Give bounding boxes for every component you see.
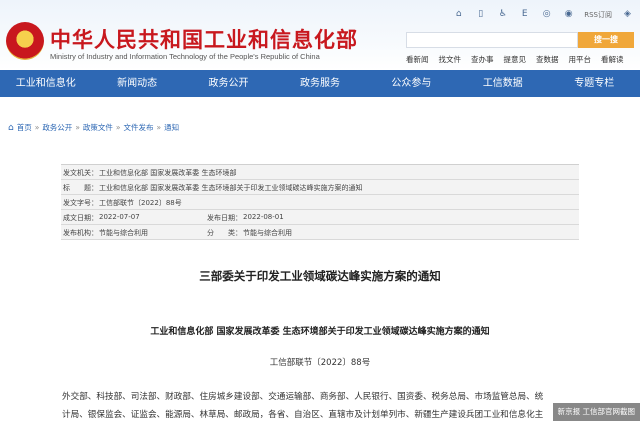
breadcrumb: ⌂ 首页 » 政务公开 » 政策文件 » 文件发布 » 通知	[8, 122, 179, 133]
page-title: 三部委关于印发工业领域碳达峰实施方案的通知	[199, 269, 441, 283]
site-header: ★ 中华人民共和国工业和信息化部 Ministry of Industry an…	[0, 0, 640, 70]
nav-item-data[interactable]: 工信数据	[457, 70, 548, 97]
breadcrumb-policy-files[interactable]: 政策文件	[83, 122, 113, 133]
nav-item-government-services[interactable]: 政务服务	[274, 70, 365, 97]
breadcrumb-home[interactable]: 首页	[17, 122, 32, 133]
info-row-dates: 成文日期： 2022-07-07 发布日期： 2022-08-01	[61, 210, 579, 225]
weibo-icon[interactable]: ◈	[621, 8, 634, 21]
info-value: 2022-08-01	[243, 213, 284, 221]
quick-link-data[interactable]: 查数据	[536, 54, 559, 65]
info-label: 分 类：	[207, 229, 242, 237]
info-row-title: 标 题： 工业和信息化部 国家发展改革委 生态环境部关于印发工业领域碳达峰实施方…	[61, 180, 579, 195]
breadcrumb-separator: »	[34, 123, 40, 132]
wechat-icon[interactable]: ◎	[540, 8, 553, 21]
quick-link-platform[interactable]: 用平台	[569, 54, 592, 65]
breadcrumb-separator: »	[75, 123, 80, 132]
rss-icon[interactable]: ◉	[562, 8, 575, 21]
document-number: 工信部联节〔2022〕88号	[269, 358, 371, 368]
nav-item-industry[interactable]: 工业和信息化	[0, 70, 91, 97]
top-toolbar: ⌂ ▯ ♿ E ◎ ◉ RSS订阅 ◈	[452, 8, 634, 21]
site-subtitle: Ministry of Industry and Information Tec…	[50, 52, 320, 61]
quick-link-services[interactable]: 查办事	[471, 54, 494, 65]
breadcrumb-separator: »	[156, 123, 162, 132]
accessibility-icon[interactable]: ♿	[496, 8, 509, 21]
breadcrumb-separator: »	[115, 123, 121, 132]
quick-link-feedback[interactable]: 提意见	[504, 54, 527, 65]
mobile-icon[interactable]: ▯	[474, 8, 487, 21]
nav-item-special-topics[interactable]: 专题专栏	[549, 70, 640, 97]
nav-item-news[interactable]: 新闻动态	[91, 70, 182, 97]
body-line: 外交部、科技部、司法部、财政部、住房城乡建设部、交通运输部、商务部、人民银行、国…	[62, 392, 544, 402]
breadcrumb-file-release[interactable]: 文件发布	[124, 122, 154, 133]
info-label: 发布日期：	[207, 214, 242, 222]
info-value: 工业和信息化部 国家发展改革委 生态环境部关于印发工业领域碳达峰实施方案的通知	[99, 184, 363, 192]
rss-label[interactable]: RSS订阅	[584, 10, 612, 20]
watermark: 新京报 工信部官网截图	[552, 403, 640, 421]
info-value: 节能与综合利用	[243, 229, 292, 237]
info-label: 标 题：	[63, 184, 98, 192]
home-icon[interactable]: ⌂	[452, 8, 465, 21]
home-icon: ⌂	[8, 122, 14, 133]
info-row-issuing-organ: 发文机关： 工业和信息化部 国家发展改革委 生态环境部	[61, 165, 579, 180]
nav-item-government-info[interactable]: 政务公开	[183, 70, 274, 97]
quick-link-interpret[interactable]: 看解读	[601, 54, 624, 65]
info-value: 2022-07-07	[99, 213, 140, 221]
body-line: 计局、银保监会、证监会、能源局、林草局、邮政局，各省、自治区、直辖市及计划单列市…	[62, 410, 544, 420]
main-nav: 工业和信息化 新闻动态 政务公开 政务服务 公众参与 工信数据 专题专栏	[0, 70, 640, 97]
quick-links: 看新闻 找文件 查办事 提意见 查数据 用平台 看解读	[406, 54, 624, 65]
info-label: 发布机构：	[63, 229, 98, 237]
breadcrumb-notice[interactable]: 通知	[164, 122, 179, 133]
info-value: 节能与综合利用	[99, 229, 148, 237]
info-label: 发文字号：	[63, 199, 98, 207]
national-emblem-icon: ★	[6, 22, 44, 60]
search-input[interactable]	[406, 32, 578, 48]
info-value: 工信部联节〔2022〕88号	[99, 199, 182, 207]
document-heading: 工业和信息化部 国家发展改革委 生态环境部关于印发工业领域碳达峰实施方案的通知	[150, 327, 490, 337]
site-title[interactable]: 中华人民共和国工业和信息化部	[50, 24, 358, 54]
breadcrumb-government-info[interactable]: 政务公开	[42, 122, 72, 133]
document-body: 外交部、科技部、司法部、财政部、住房城乡建设部、交通运输部、商务部、人民银行、国…	[62, 388, 582, 424]
nav-item-public-participation[interactable]: 公众参与	[366, 70, 457, 97]
info-row-agency: 发布机构： 节能与综合利用 分 类： 节能与综合利用	[61, 225, 579, 240]
document-info-table: 发文机关： 工业和信息化部 国家发展改革委 生态环境部 标 题： 工业和信息化部…	[61, 164, 579, 240]
info-value: 工业和信息化部 国家发展改革委 生态环境部	[99, 169, 237, 177]
quick-link-news[interactable]: 看新闻	[406, 54, 429, 65]
info-label: 发文机关：	[63, 169, 98, 177]
search-button[interactable]: 搜一搜	[578, 32, 634, 48]
info-label: 成文日期：	[63, 214, 98, 222]
info-row-doc-number: 发文字号： 工信部联节〔2022〕88号	[61, 195, 579, 210]
quick-link-files[interactable]: 找文件	[439, 54, 462, 65]
english-icon[interactable]: E	[518, 8, 531, 21]
